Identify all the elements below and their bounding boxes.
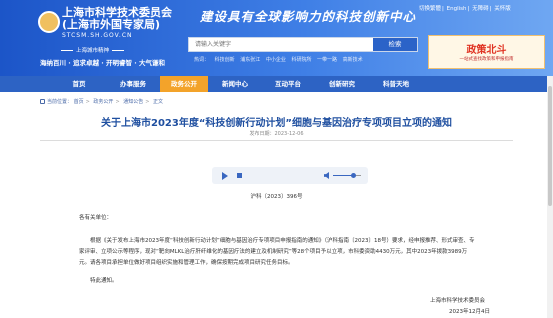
nav-item-services[interactable]: 办事服务 — [106, 76, 160, 92]
volume-fill — [333, 175, 353, 176]
volume-slider[interactable] — [333, 173, 361, 178]
ad-subtitle: 一站式查找政策和申报指南 — [459, 57, 514, 62]
hot-word[interactable]: 中小企业 — [266, 57, 286, 63]
search-input[interactable] — [189, 38, 375, 51]
page-title: 关于上海市2023年度“科技创新行动计划”细胞与基因治疗专项项目立项的通知 — [101, 118, 452, 129]
search-button[interactable]: 检索 — [373, 38, 417, 51]
ad-title: 政策北斗 — [466, 45, 507, 56]
nav-item-science[interactable]: 科普天地 — [370, 76, 422, 92]
link-traditional[interactable]: 切换繁體 — [419, 6, 441, 12]
audio-player — [212, 167, 368, 184]
header-slogan: 建设具有全球影响力的科技创新中心 — [200, 9, 417, 24]
search-box: 检索 — [188, 37, 418, 52]
site-domain: STCSM.SH.GOV.CN — [62, 32, 133, 39]
hot-words: 热词： 科技创新 浦东张江 中小企业 科研院所 一带一路 高新技术 — [194, 56, 367, 63]
breadcrumb-gov-affairs[interactable]: 政务公开 — [93, 99, 113, 105]
stop-icon[interactable] — [237, 173, 242, 178]
divider — [40, 140, 513, 141]
document-number: 沪科〔2023〕396号 — [250, 194, 303, 200]
breadcrumb-notices[interactable]: 通知公告 — [123, 99, 143, 105]
breadcrumb-current: 正文 — [153, 99, 164, 105]
site-header: 上海市科学技术委员会 (上海市外国专家局) STCSM.SH.GOV.CN 上海… — [0, 0, 553, 76]
publish-date: 发布日期：2023-12-06 — [249, 131, 304, 137]
nav-item-home[interactable]: 首页 — [52, 76, 106, 92]
hot-word[interactable]: 科技创新 — [215, 57, 235, 63]
hot-word[interactable]: 一带一路 — [317, 57, 337, 63]
home-icon — [40, 99, 45, 104]
volume-icon[interactable] — [324, 172, 329, 179]
breadcrumb-home[interactable]: 首页 — [74, 99, 84, 105]
policy-banner-ad[interactable]: 政策北斗 一站式查找政策和申报指南 — [428, 35, 545, 69]
hot-word[interactable]: 浦东张江 — [240, 57, 260, 63]
government-seal-icon — [38, 11, 60, 33]
salutation: 各有关单位： — [79, 215, 113, 221]
breadcrumb: 当前位置： 首页 > 政务公开 > 通知公告 > 正文 — [40, 98, 163, 105]
org-subname: (上海市外国专家局) — [62, 18, 161, 31]
nav-item-interaction[interactable]: 互动平台 — [262, 76, 314, 92]
nav-item-research[interactable]: 创新研究 — [314, 76, 370, 92]
link-care-mode[interactable]: 关怀版 — [494, 6, 511, 12]
signature-date: 2023年12月4日 — [449, 309, 490, 315]
breadcrumb-prefix: 当前位置： — [47, 99, 73, 105]
scrollbar-thumb[interactable] — [548, 86, 552, 206]
hot-word[interactable]: 科研院所 — [291, 57, 311, 63]
article-body: 根据《关于发布上海市2023年度“科技创新行动计划”细胞与基因治疗专项项目申报指… — [79, 238, 475, 266]
hot-word[interactable]: 高新技术 — [343, 57, 363, 63]
nav-item-news[interactable]: 新闻中心 — [208, 76, 262, 92]
city-motto: 海纳百川 · 追求卓越 · 开明睿智 · 大气谦和 — [40, 59, 165, 67]
closing-line: 特此通知。 — [90, 278, 118, 284]
volume-handle[interactable] — [350, 173, 356, 178]
hot-words-label: 热词： — [194, 57, 210, 63]
play-icon[interactable] — [222, 172, 228, 180]
nav-item-gov-affairs[interactable]: 政务公开 — [160, 76, 208, 92]
main-nav: 首页 办事服务 政务公开 新闻中心 互动平台 创新研究 科普天地 — [0, 76, 553, 92]
top-links: 切换繁體| English| 无障碍| 关怀版 — [419, 6, 511, 12]
signature: 上海市科学技术委员会 — [430, 298, 486, 304]
link-english[interactable]: English — [447, 6, 467, 12]
city-spirit-label: 上海城市精神 — [58, 46, 127, 54]
scrollbar[interactable] — [547, 76, 553, 318]
link-accessibility[interactable]: 无障碍 — [472, 6, 489, 12]
